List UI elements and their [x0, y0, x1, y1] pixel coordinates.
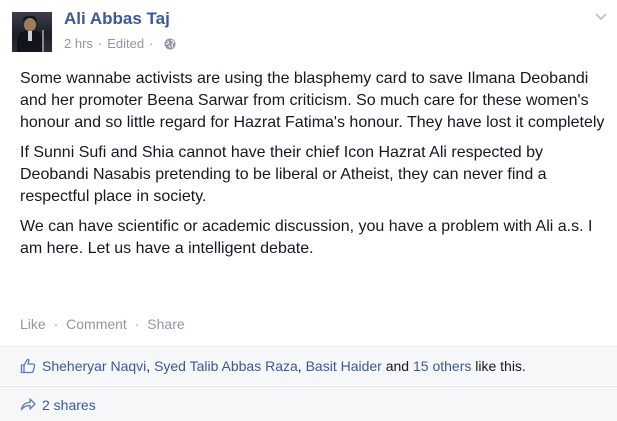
liker-name[interactable]: Sheheryar Naqvi — [42, 358, 146, 374]
avatar[interactable] — [12, 12, 52, 52]
thumbs-up-icon — [20, 358, 36, 374]
like-button[interactable]: Like — [20, 316, 46, 332]
action-separator: · — [134, 316, 140, 332]
meta-separator: · — [97, 36, 103, 51]
likes-and: and — [381, 358, 413, 374]
edited-label[interactable]: Edited — [107, 36, 144, 51]
likes-comma: , — [146, 358, 155, 374]
post-paragraph: We can have scientific or academic discu… — [20, 218, 593, 257]
shares-count-link[interactable]: 2 shares — [42, 397, 96, 413]
action-separator: · — [53, 316, 59, 332]
comment-button[interactable]: Comment — [66, 316, 127, 332]
share-icon — [20, 397, 36, 411]
share-button[interactable]: Share — [147, 316, 184, 332]
liker-name[interactable]: Basit Haider — [306, 358, 382, 374]
post-paragraph: Some wannabe activists are using the bla… — [20, 70, 605, 131]
likes-comma: , — [297, 358, 306, 374]
post-time[interactable]: 2 hrs — [64, 36, 93, 51]
globe-icon[interactable] — [164, 38, 176, 50]
facebook-post: Ali Abbas Taj 2 hrs · Edited · Some wann… — [0, 0, 617, 421]
likes-suffix: like this. — [471, 358, 526, 374]
liker-name[interactable]: Syed Talib Abbas Raza — [154, 358, 298, 374]
likes-others-link[interactable]: 15 others — [413, 358, 471, 374]
post-actions: Like · Comment · Share — [20, 316, 185, 332]
avatar-mic — [42, 30, 44, 52]
meta-separator: · — [149, 36, 154, 51]
avatar-collar — [28, 31, 32, 41]
post-meta: 2 hrs · Edited · — [64, 36, 176, 51]
avatar-face — [24, 18, 36, 31]
author-name[interactable]: Ali Abbas Taj — [64, 9, 170, 29]
likes-summary: Sheheryar Naqvi, Syed Talib Abbas Raza, … — [0, 346, 617, 385]
chevron-down-icon[interactable] — [594, 9, 608, 21]
shares-summary: 2 shares — [0, 386, 617, 421]
post-paragraph: If Sunni Sufi and Shia cannot have their… — [20, 144, 547, 205]
post-body: Some wannabe activists are using the bla… — [20, 68, 610, 268]
likes-text: Sheheryar Naqvi, Syed Talib Abbas Raza, … — [42, 358, 526, 374]
